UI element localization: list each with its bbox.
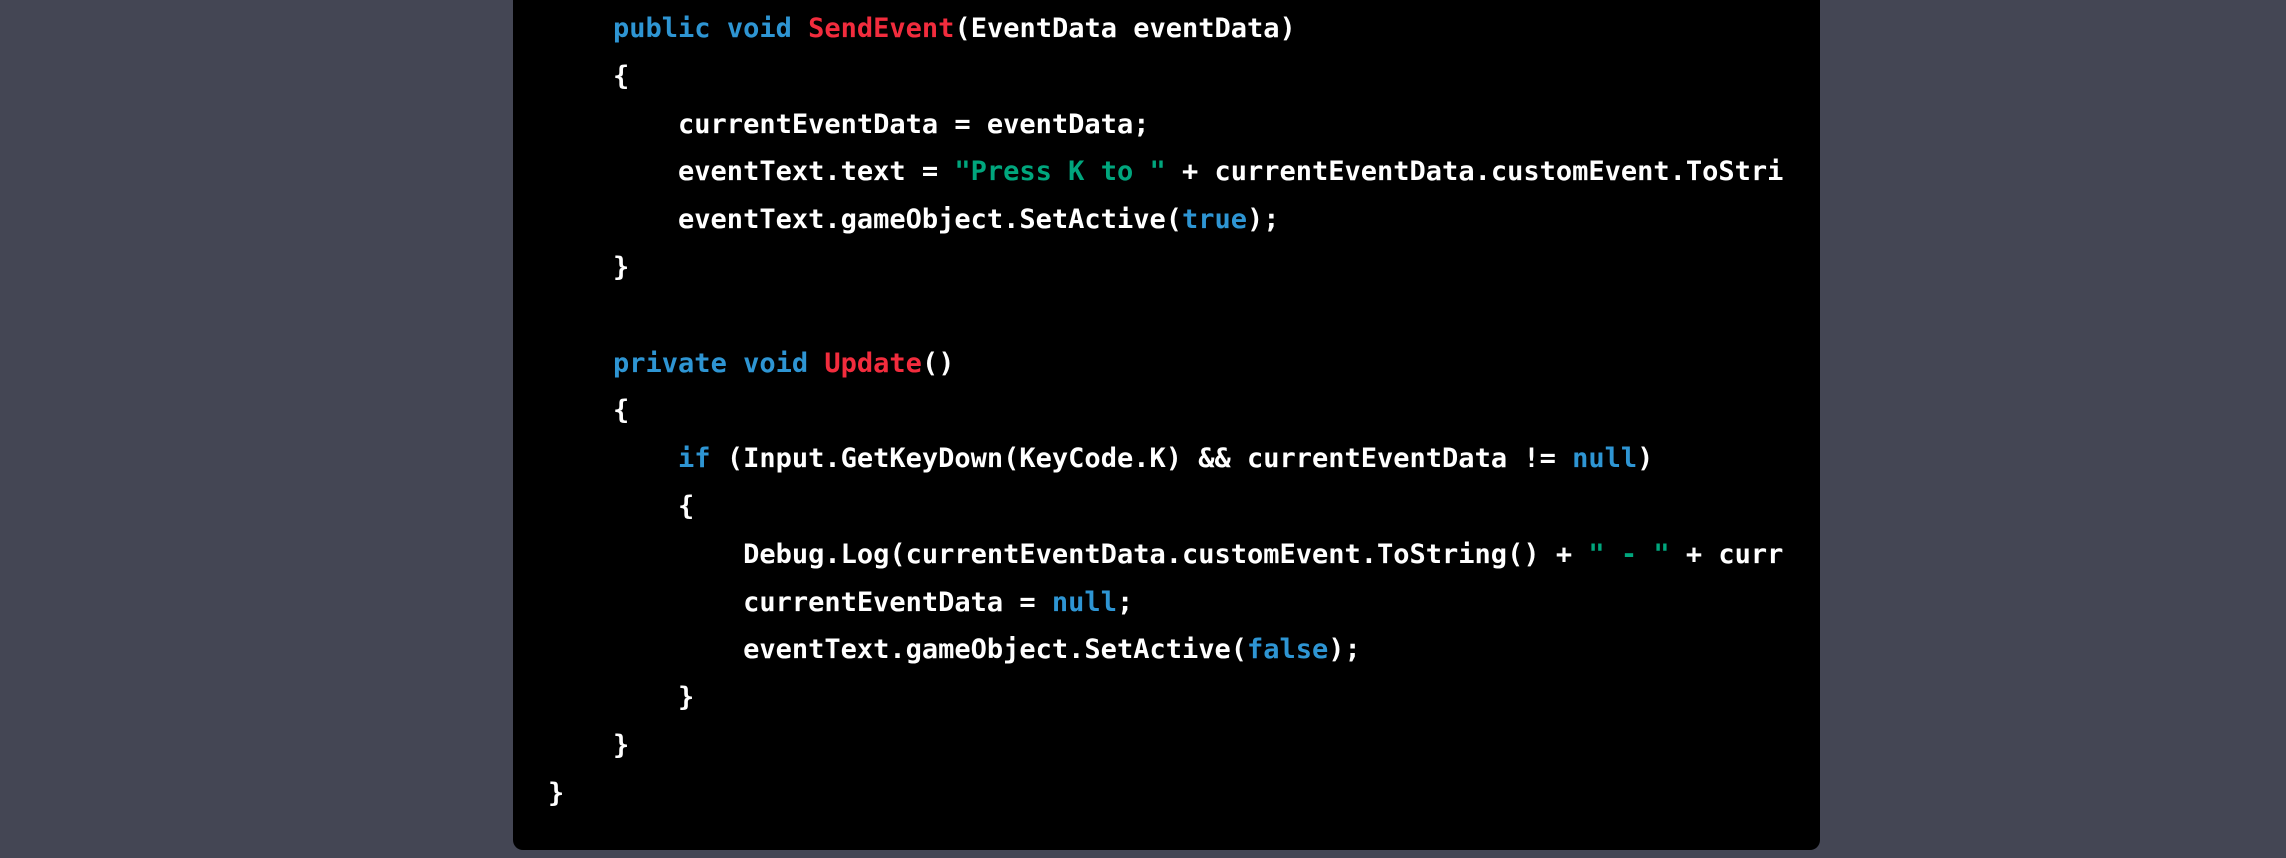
code-token-str: " - " [1588,538,1670,570]
code-token-kw: true [1181,204,1247,236]
code-line: Debug.Log(currentEventData.customEvent.T… [548,531,1783,579]
code-token-plain: { [548,395,630,427]
code-content: public void SendEvent(EventData eventDat… [548,5,1783,818]
code-token-plain: eventText.gameObject.SetActive( [548,634,1247,666]
code-token-plain: { [548,490,695,522]
code-line: currentEventData = eventData; [548,101,1783,149]
code-token-plain: eventText.gameObject.SetActive( [548,204,1182,236]
code-line: } [548,244,1783,292]
code-line: public void SendEvent(EventData eventDat… [548,5,1783,53]
code-token-plain: ) [1637,443,1654,475]
code-line: private void Update() [548,340,1783,388]
code-line: { [548,483,1783,531]
code-token-kw: private [613,347,727,379]
code-token-plain: eventText.text = [548,156,955,188]
code-line: currentEventData = null; [548,579,1783,627]
code-token-kw: null [1051,586,1117,618]
code-token-plain: ); [1247,204,1280,236]
code-line: { [548,387,1783,435]
code-token-plain: (Input.GetKeyDown(KeyCode.K) && currentE… [710,443,1573,475]
code-line: eventText.gameObject.SetActive(true); [548,196,1783,244]
code-token-plain: currentEventData = [548,586,1052,618]
code-token-kw: if [678,443,711,475]
code-token-kw: void [726,13,792,44]
code-token-kw: void [743,347,809,379]
code-token-title: Update [824,347,922,379]
code-token-plain: (EventData eventData) [954,13,1296,44]
code-line: } [548,770,1783,818]
code-line: } [548,722,1783,770]
code-token-plain: + currentEventData.customEvent.ToStri [1165,156,1784,188]
code-token-plain: } [548,682,695,714]
code-line: } [548,674,1783,722]
code-line: { [548,53,1783,101]
code-token-plain: } [548,777,565,809]
code-token-plain: ); [1328,634,1361,666]
code-token-plain: } [548,729,630,761]
code-token-kw: null [1572,443,1638,475]
code-token-str: "Press K to " [954,156,1166,188]
code-token-plain: { [548,60,630,92]
code-token-kw: public [613,13,711,44]
code-token-plain: () [921,347,955,379]
code-line: eventText.text = "Press K to " + current… [548,148,1783,196]
code-token-plain: + curr [1669,538,1784,570]
code-line: if (Input.GetKeyDown(KeyCode.K) && curre… [548,435,1783,483]
code-token-plain: currentEventData = eventData; [548,108,1150,140]
code-line: eventText.gameObject.SetActive(false); [548,626,1783,674]
code-token-title: SendEvent [808,13,955,44]
code-block: public void SendEvent(EventData eventDat… [513,0,1820,850]
code-token-kw: false [1246,634,1329,666]
code-token-plain: } [548,251,630,283]
code-token-plain: ; [1116,586,1134,618]
code-token-plain: Debug.Log(currentEventData.customEvent.T… [548,538,1589,570]
